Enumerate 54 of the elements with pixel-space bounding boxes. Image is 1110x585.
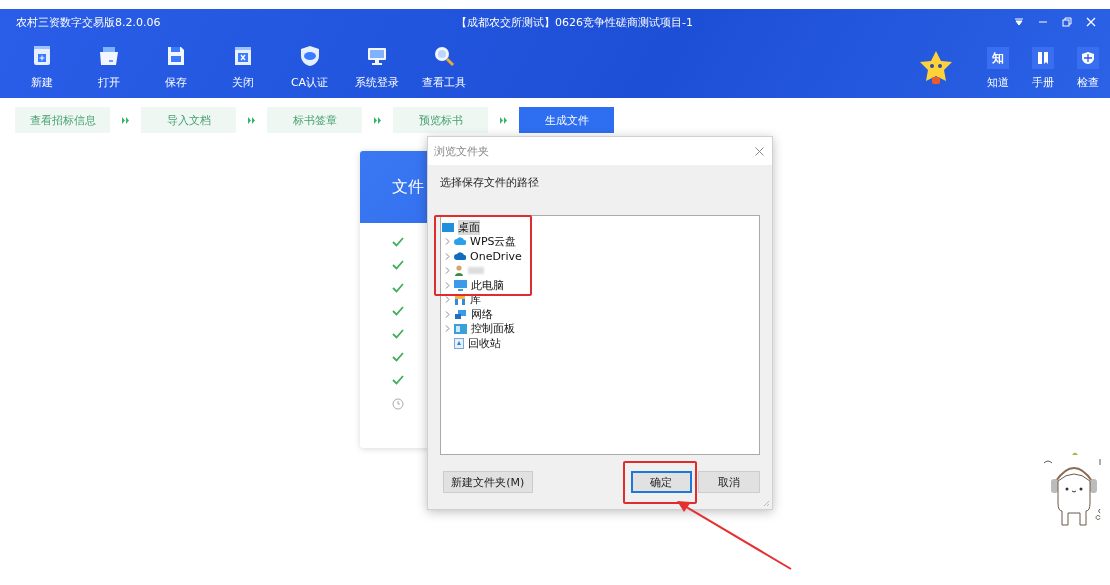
tree-item[interactable]: OneDrive bbox=[442, 249, 759, 264]
step-tab[interactable]: 标书签章 bbox=[267, 107, 362, 133]
know-icon: 知 bbox=[986, 47, 1009, 69]
shield-icon bbox=[298, 45, 321, 67]
chevron-icon bbox=[373, 116, 382, 124]
step-tab[interactable]: 生成文件 bbox=[519, 107, 614, 133]
network-icon bbox=[454, 308, 467, 320]
resize-grip-icon[interactable] bbox=[763, 500, 770, 507]
dialog-prompt: 选择保存文件的路径 bbox=[440, 175, 540, 191]
restore-icon[interactable] bbox=[1062, 17, 1072, 27]
card-title: 文件 bbox=[392, 176, 424, 198]
cloud-icon bbox=[454, 251, 466, 261]
toolbar-button[interactable]: 新建 bbox=[8, 39, 75, 90]
chevron-icon bbox=[247, 116, 256, 124]
tree-item[interactable]: 回收站 bbox=[442, 336, 759, 351]
toolbar-button[interactable]: 查看工具 bbox=[410, 39, 477, 90]
monitor-icon bbox=[365, 45, 388, 67]
cancel-button[interactable]: 取消 bbox=[698, 471, 760, 493]
chevron-icon bbox=[121, 116, 130, 124]
search-icon bbox=[432, 45, 455, 67]
book-icon bbox=[1031, 47, 1054, 69]
new-folder-button[interactable]: 新建文件夹(M) bbox=[443, 471, 533, 493]
tree-item[interactable]: 控制面板 bbox=[442, 321, 759, 336]
step-tab[interactable]: 查看招标信息 bbox=[15, 107, 110, 133]
toolbar-button[interactable]: 系统登录 bbox=[343, 39, 410, 90]
tree-item[interactable]: 网络 bbox=[442, 307, 759, 322]
shield-icon bbox=[1076, 47, 1099, 69]
app-title: 农村三资数字交易版8.2.0.06 bbox=[16, 14, 162, 30]
monitor-icon bbox=[454, 279, 467, 291]
side-tool-button[interactable]: 知 知道 bbox=[975, 39, 1020, 90]
ok-button[interactable]: 确定 bbox=[630, 471, 693, 493]
window-title: 【成都农交所测试】0626竞争性磋商测试项目-1 bbox=[456, 14, 694, 30]
toolbar-button[interactable]: 打开 bbox=[75, 39, 142, 90]
folder-icon bbox=[97, 45, 120, 67]
tree-item[interactable]: WPS云盘 bbox=[442, 234, 759, 249]
toolbar-button[interactable]: 关闭 bbox=[209, 39, 276, 90]
side-tool-button[interactable]: 手册 bbox=[1020, 39, 1065, 90]
close-icon[interactable] bbox=[755, 146, 764, 156]
tree-item[interactable]: 桌面 bbox=[442, 220, 759, 235]
dialog-title: 浏览文件夹 bbox=[434, 143, 489, 159]
control-panel-icon bbox=[454, 323, 467, 334]
person-icon bbox=[454, 265, 464, 277]
library-icon bbox=[454, 294, 466, 306]
recycle-bin-icon bbox=[454, 337, 464, 349]
minimize-icon[interactable] bbox=[1038, 18, 1048, 26]
dropdown-icon[interactable] bbox=[1014, 18, 1024, 26]
toolbar-button[interactable]: CA认证 bbox=[276, 39, 343, 90]
cloud-icon bbox=[454, 237, 466, 247]
tree-item[interactable]: 此电脑 bbox=[442, 278, 759, 293]
step-tab[interactable]: 导入文档 bbox=[141, 107, 236, 133]
toolbar-button[interactable]: 保存 bbox=[142, 39, 209, 90]
chevron-icon bbox=[499, 116, 508, 124]
side-tool-button[interactable]: 检查 bbox=[1065, 39, 1110, 90]
step-tab[interactable]: 预览标书 bbox=[393, 107, 488, 133]
